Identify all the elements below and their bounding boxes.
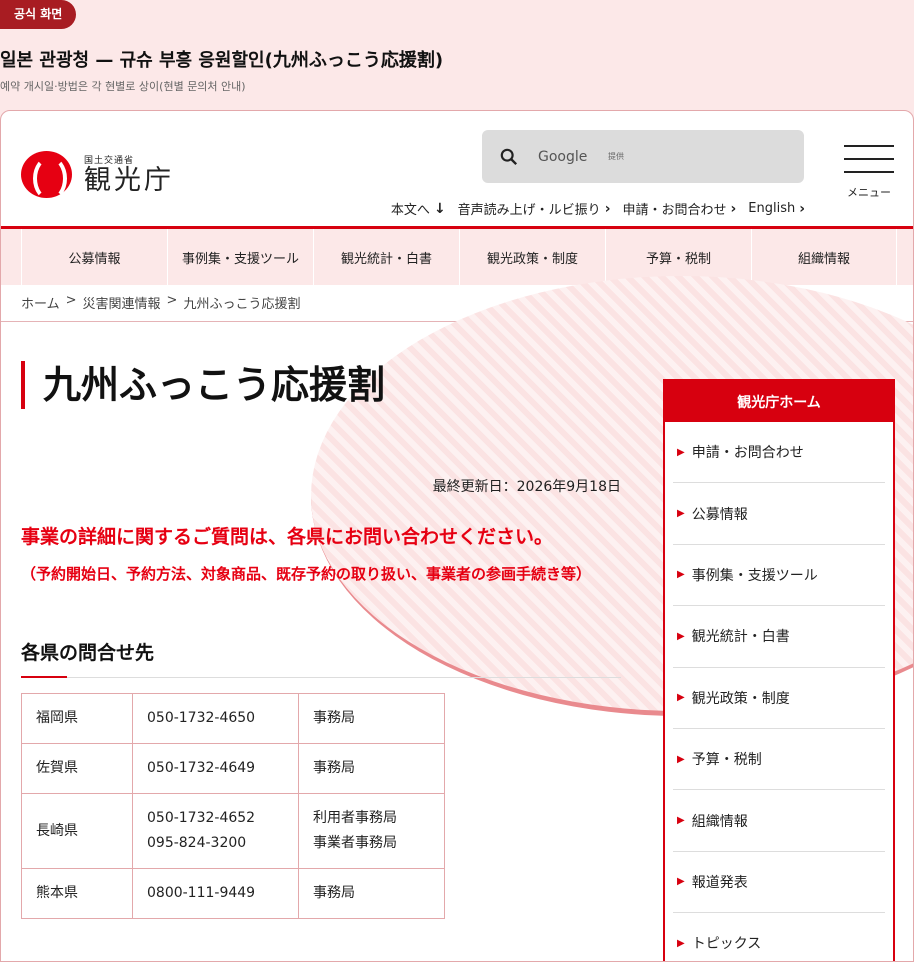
sidebar-item-topics[interactable]: ▶ トピックス [673,913,885,961]
breadcrumb: ホーム > 災害関連情報 > 九州ふっこう応援割 [21,293,300,312]
triangle-right-icon: ▶ [677,446,685,458]
voice-ruby-link[interactable]: 音声読み上げ・ルビ振り › [458,199,611,219]
search-input[interactable] [538,148,608,165]
office-cell: 利用者事務局 事業者事務局 [298,793,445,869]
page-subheading: 예약 개시일·방법은 각 현별로 상이(현별 문의처 안내) [0,80,246,93]
chevron-right-icon: › [730,200,737,217]
triangle-right-icon: ▶ [677,508,685,520]
table-row: 佐賀県 050-1732-4649 事務局 [21,743,445,794]
office-cell: 事務局 [298,693,445,744]
nav-item-koubo[interactable]: 公募情報 [21,229,167,285]
table-row: 福岡県 050-1732-4650 事務局 [21,693,445,744]
office-cell: 事務局 [298,868,445,919]
sidebar-home-link[interactable]: 観光庁ホーム [665,381,893,422]
sidebar: 観光庁ホーム ▶ 申請・お問合わせ ▶ 公募情報 ▶ 事例集・支援ツール ▶ 観光統計・… [663,379,895,961]
pref-cell: 佐賀県 [21,743,133,794]
logo-mark-icon [21,151,72,201]
inquiry-notice: 事業の詳細に関するご質問は、各県にお問い合わせください。 [21,526,554,548]
chevron-right-icon: › [604,200,611,217]
triangle-right-icon: ▶ [677,937,685,949]
table-row: 熊本県 0800-111-9449 事務局 [21,868,445,919]
page-title: 九州ふっこう応援割 [21,361,621,409]
search-box[interactable]: 提供 [482,130,804,183]
site-logo[interactable]: 国土交通省 観光庁 [21,151,174,201]
search-powered-label: 提供 [608,152,624,161]
last-updated: 最終更新日：2026年9月18日 [432,479,621,495]
menu-button[interactable]: メニュー [844,145,894,200]
contacts-table: 福岡県 050-1732-4650 事務局 佐賀県 050-1732-4649 … [21,693,445,919]
sidebar-item-toukei[interactable]: ▶ 観光統計・白書 [673,606,885,668]
pref-cell: 熊本県 [21,868,133,919]
hamburger-icon [844,145,894,147]
search-icon [500,148,518,165]
breadcrumb-home[interactable]: ホーム [21,293,60,312]
sidebar-item-yosan[interactable]: ▶ 予算・税制 [673,729,885,791]
nav-item-toukei[interactable]: 観光統計・白書 [313,229,459,285]
inquiry-notice-detail: （予約開始日、予約方法、対象商品、既存予約の取り扱い、事業者の参画手続き等） [21,565,592,583]
phone-cell: 050-1732-4649 [132,743,299,794]
arrow-down-icon: ↓ [433,200,446,217]
menu-label: メニュー [847,186,891,199]
section-title-contacts: 各県の問合せ先 [21,638,621,678]
english-link[interactable]: English › [748,201,805,217]
official-badge: 공식 화면 [0,0,77,29]
nav-item-seisaku[interactable]: 観光政策・制度 [459,229,605,285]
triangle-right-icon: ▶ [677,569,685,581]
sidebar-item-koubo[interactable]: ▶ 公募情報 [673,483,885,545]
global-nav: 公募情報 事例集・支援ツール 観光統計・白書 観光政策・制度 予算・税制 組織情… [1,229,913,285]
triangle-right-icon: ▶ [677,630,685,642]
logo-agency: 観光庁 [84,165,174,196]
breadcrumb-disaster[interactable]: 災害関連情報 [83,293,161,312]
sidebar-item-houdou[interactable]: ▶ 報道発表 [673,852,885,914]
breadcrumb-current: 九州ふっこう応援割 [183,297,301,312]
main-content: 九州ふっこう応援割 最終更新日：2026年9月18日 事業の詳細に関するご質問は… [21,361,621,919]
chevron-right-icon: › [799,200,805,217]
table-row: 長崎県 050-1732-4652 095-824-3200 利用者事務局 事業… [21,793,445,869]
utility-links: 本文へ ↓ 音声読み上げ・ルビ振り › 申請・お問合わせ › English › [391,199,805,219]
phone-cell: 050-1732-4650 [132,693,299,744]
breadcrumb-separator: > [65,293,77,308]
triangle-right-icon: ▶ [677,815,685,827]
phone-cell: 050-1732-4652 095-824-3200 [132,793,299,869]
breadcrumb-separator: > [166,293,178,308]
sidebar-item-contact[interactable]: ▶ 申請・お問合わせ [673,422,885,484]
nav-item-soshiki[interactable]: 組織情報 [751,229,897,285]
office-cell: 事務局 [298,743,445,794]
pref-cell: 福岡県 [21,693,133,744]
pref-cell: 長崎県 [21,793,133,869]
sidebar-item-soshiki[interactable]: ▶ 組織情報 [673,790,885,852]
browser-content: 国土交通省 観光庁 提供 メニュー 本文へ ↓ 音声読み上げ・ルビ振り › 申請… [0,110,914,962]
nav-item-jireishu[interactable]: 事例集・支援ツール [167,229,313,285]
contact-link[interactable]: 申請・お問合わせ › [622,199,737,219]
skip-to-content-link[interactable]: 本文へ ↓ [391,199,446,219]
page-heading: 일본 관광청 — 규슈 부흥 응원할인(九州ふっこう応援割) [0,50,444,71]
phone-cell: 0800-111-9449 [132,868,299,919]
triangle-right-icon: ▶ [677,876,685,888]
sidebar-item-seisaku[interactable]: ▶ 観光政策・制度 [673,668,885,729]
sidebar-item-jireishu[interactable]: ▶ 事例集・支援ツール [673,545,885,607]
triangle-right-icon: ▶ [677,753,685,765]
triangle-right-icon: ▶ [677,692,685,704]
